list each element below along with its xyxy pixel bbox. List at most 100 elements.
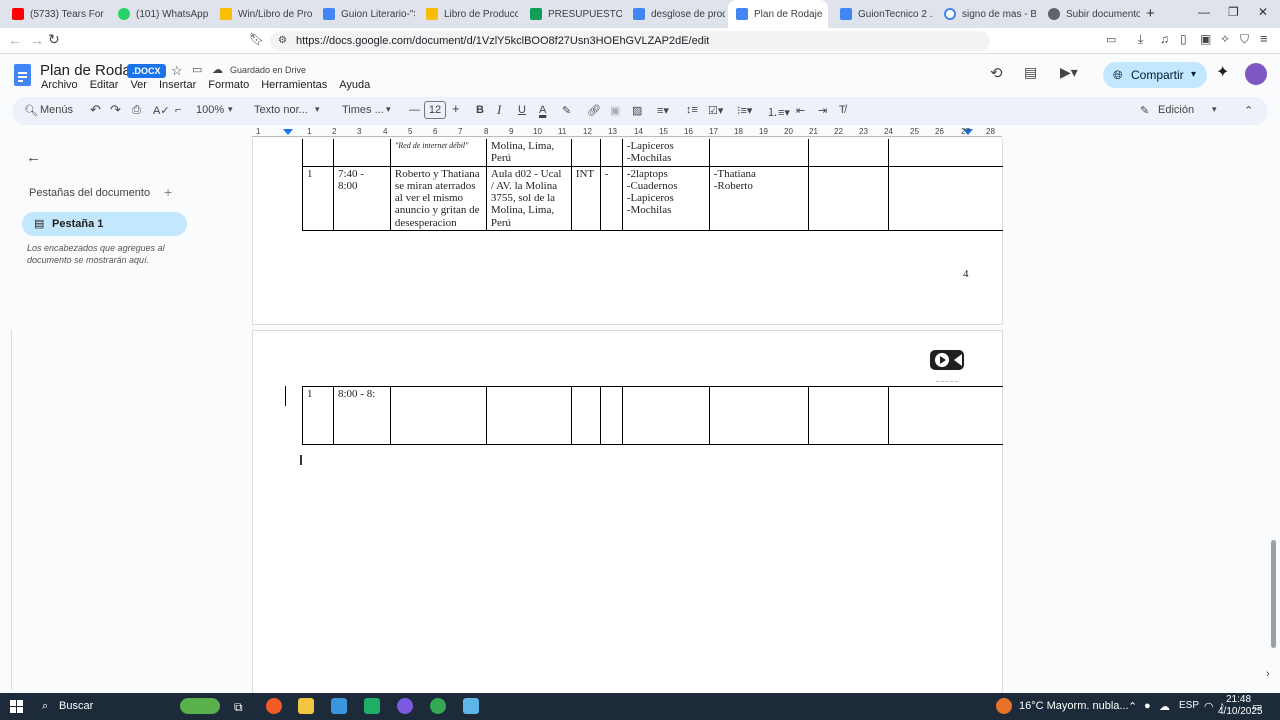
- scrollbar-thumb[interactable]: [1271, 540, 1276, 648]
- menu-insertar[interactable]: Insertar: [159, 79, 196, 91]
- gemini-icon[interactable]: ✦: [1216, 62, 1229, 82]
- browser-tab[interactable]: PRESUPUESTO.xlsx: [522, 0, 622, 28]
- add-tab-icon[interactable]: +: [164, 184, 172, 200]
- increase-size-icon[interactable]: +: [452, 101, 460, 116]
- chevron-down-icon[interactable]: ▾: [315, 104, 320, 115]
- menus-search[interactable]: Menús: [40, 104, 73, 116]
- undo-icon[interactable]: ↶: [90, 102, 101, 118]
- italic-icon[interactable]: I: [497, 102, 501, 118]
- share-button[interactable]: 🌐︎ Compartir ▾: [1103, 62, 1207, 88]
- weather-text[interactable]: 16°C Mayorm. nubla...: [1019, 700, 1129, 712]
- underline-icon[interactable]: U: [518, 104, 526, 116]
- decrease-size-icon[interactable]: —: [409, 104, 420, 116]
- notifications-icon[interactable]: ▭: [1252, 700, 1262, 713]
- bold-icon[interactable]: B: [476, 104, 484, 116]
- search-icon[interactable]: 🔍︎: [24, 104, 38, 117]
- decrease-indent-icon[interactable]: ⇤: [796, 104, 805, 117]
- browser-tab[interactable]: (101) WhatsApp: [110, 0, 210, 28]
- windows-start-icon[interactable]: [10, 700, 23, 713]
- link-icon[interactable]: 🔗︎: [587, 104, 601, 117]
- text-color-icon[interactable]: A: [539, 104, 546, 116]
- browser-tab[interactable]: Guion Literario-"SU: [315, 0, 415, 28]
- align-icon[interactable]: ≡▾: [657, 104, 669, 117]
- bullet-list-icon[interactable]: ⁝≡▾: [737, 104, 752, 117]
- docs-logo-icon[interactable]: [14, 64, 31, 86]
- sidebar-item-pestana-1[interactable]: ▤ Pestaña 1: [22, 212, 187, 236]
- browser-tab[interactable]: Win/Libro de Produ: [212, 0, 312, 28]
- table-cell[interactable]: 7:40 - 8:00: [332, 165, 391, 232]
- cast-icon[interactable]: ▭: [1106, 33, 1116, 46]
- maximize-icon[interactable]: ❐: [1228, 5, 1239, 19]
- table-cell[interactable]: -2laptops -Cuadernos -Lapiceros -Mochila…: [621, 165, 710, 232]
- table-cell[interactable]: 1: [302, 386, 334, 445]
- table-cell[interactable]: 8:00 - 8:: [332, 386, 391, 445]
- app-icon[interactable]: [463, 698, 479, 714]
- search-icon[interactable]: ⌕: [42, 700, 48, 713]
- menu-formato[interactable]: Formato: [208, 79, 249, 91]
- font-select[interactable]: Times ...: [342, 104, 384, 116]
- table-cell[interactable]: -Lapiceros -Mochilas: [621, 139, 710, 167]
- browser-tab[interactable]: Libro de Producció: [418, 0, 518, 28]
- collapse-icon[interactable]: ⌃: [1244, 104, 1253, 117]
- taskbar-search[interactable]: Buscar: [59, 700, 93, 712]
- redo-icon[interactable]: ↷: [110, 102, 121, 118]
- menu-archivo[interactable]: Archivo: [41, 79, 78, 91]
- clock-time[interactable]: 21:48: [1226, 694, 1251, 705]
- star-icon[interactable]: ☆: [171, 63, 183, 79]
- app-icon[interactable]: [364, 698, 380, 714]
- browser-tab[interactable]: (5733) Tears For: [4, 0, 104, 28]
- browser-tab[interactable]: GuionTecnico 2 .do: [832, 0, 932, 28]
- paint-format-icon[interactable]: ⌐: [175, 104, 181, 116]
- address-bar[interactable]: ⚙ https://docs.google.com/document/d/1Vz…: [270, 31, 990, 51]
- language-indicator[interactable]: ESP: [1179, 700, 1199, 711]
- browser-tab[interactable]: signo de mas - Bus: [936, 0, 1036, 28]
- menu-herramientas[interactable]: Herramientas: [261, 79, 327, 91]
- table-cell[interactable]: Aula d02 - Ucal / AV. la Molina 3755, so…: [485, 165, 572, 232]
- wifi-icon[interactable]: ◠: [1204, 700, 1214, 713]
- chevron-up-icon[interactable]: ⌃: [1128, 700, 1137, 713]
- line-spacing-icon[interactable]: ↕≡: [686, 104, 698, 116]
- bookmark-icon[interactable]: 🔖︎: [249, 32, 264, 46]
- close-window-icon[interactable]: ✕: [1258, 5, 1268, 19]
- back-arrow-icon[interactable]: ←: [26, 149, 41, 166]
- sidepanel-icon[interactable]: ▯: [1180, 32, 1187, 46]
- indent-marker[interactable]: [283, 129, 293, 135]
- minimize-icon[interactable]: —: [1198, 5, 1210, 19]
- cloud-icon[interactable]: ☁: [212, 63, 223, 76]
- chevron-down-icon[interactable]: ▾: [1191, 62, 1196, 88]
- browser-tab[interactable]: Subir documento a: [1040, 0, 1140, 28]
- horizontal-ruler[interactable]: 1 1 2 3 4 5 6 7 8 9 10 11 12 13 14 15 16…: [252, 127, 1002, 139]
- table-cell[interactable]: -: [599, 165, 623, 232]
- avatar[interactable]: [1245, 63, 1267, 85]
- table-cell[interactable]: Molina, Lima, Perú: [485, 139, 572, 167]
- chevron-down-icon[interactable]: ▾: [1212, 104, 1217, 115]
- vertical-ruler[interactable]: [0, 330, 12, 690]
- microphone-icon[interactable]: ●: [1144, 700, 1151, 712]
- app-icon[interactable]: [397, 698, 413, 714]
- table-cell[interactable]: -Thatiana -Roberto: [708, 165, 809, 232]
- media-icon[interactable]: ♫: [1160, 32, 1169, 46]
- font-size-input[interactable]: 12: [424, 101, 446, 119]
- clear-format-icon[interactable]: T̸: [839, 104, 846, 116]
- menu-ayuda[interactable]: Ayuda: [339, 79, 370, 91]
- forward-icon[interactable]: →: [30, 32, 44, 48]
- numbered-list-icon[interactable]: ⒈≡▾: [767, 104, 790, 120]
- meet-icon[interactable]: ▶▾: [1060, 64, 1078, 81]
- comment-icon[interactable]: ▣: [610, 104, 620, 117]
- menu-ver[interactable]: Ver: [130, 79, 147, 91]
- site-info-icon[interactable]: ⚙: [278, 31, 287, 51]
- edit-mode-icon[interactable]: ✎: [1140, 104, 1149, 117]
- image-icon[interactable]: ▨: [632, 104, 642, 117]
- comments-icon[interactable]: ▤: [1024, 64, 1037, 81]
- spellcheck-icon[interactable]: A✓: [153, 104, 170, 117]
- download-icon[interactable]: ⤓: [1138, 32, 1143, 47]
- menu-icon[interactable]: ≡: [1260, 31, 1268, 46]
- increase-indent-icon[interactable]: ⇥: [818, 104, 827, 117]
- back-icon[interactable]: ←: [8, 32, 22, 48]
- table-cell[interactable]: 1: [302, 165, 334, 232]
- file-explorer-icon[interactable]: [298, 698, 314, 714]
- chevron-down-icon[interactable]: ▾: [386, 104, 391, 115]
- wallet-icon[interactable]: ▣: [1200, 32, 1211, 46]
- reload-icon[interactable]: ↻: [48, 31, 60, 48]
- explore-icon[interactable]: ›: [1266, 668, 1270, 680]
